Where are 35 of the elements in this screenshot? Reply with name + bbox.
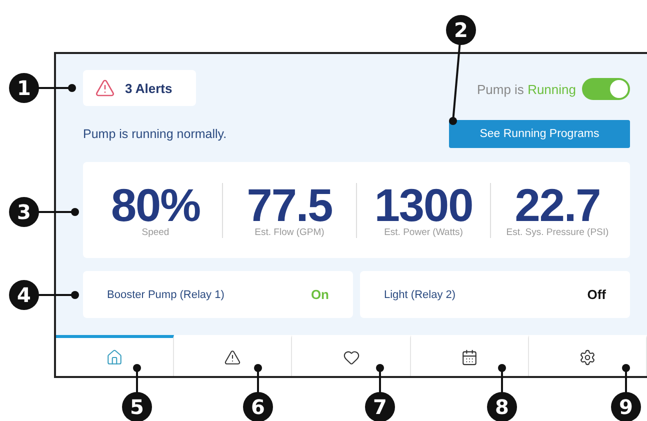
programs-button[interactable]: See Running Programs [449, 120, 630, 148]
stat-value: 77.5 [246, 182, 332, 226]
callout-number: 4 [9, 280, 39, 310]
alerts-card[interactable]: 3 Alerts [83, 70, 196, 106]
stat-label: Est. Sys. Pressure (PSI) [506, 226, 609, 238]
callout-number: 7 [365, 392, 395, 421]
status-message: Pump is running normally. [83, 127, 227, 141]
callout-number: 9 [611, 392, 641, 421]
stat-value: 22.7 [514, 182, 600, 226]
relay-card[interactable]: Booster Pump (Relay 1) On [83, 271, 353, 318]
callout-number: 8 [487, 392, 517, 421]
warning-icon [224, 348, 242, 366]
callout-number: 3 [9, 197, 39, 227]
stat-value: 1300 [374, 182, 473, 226]
callout-number: 1 [9, 73, 39, 103]
relay-state: On [310, 287, 329, 302]
stat-label: Est. Power (Watts) [384, 226, 463, 238]
calendar-icon [460, 348, 478, 366]
relay-name: Booster Pump (Relay 1) [107, 288, 224, 300]
callout-number: 5 [122, 392, 152, 421]
settings-icon [578, 348, 596, 366]
pump-status: Pump is Running [476, 82, 576, 96]
callout-number: 2 [446, 15, 476, 45]
heart-icon [342, 348, 360, 366]
stat-value: 80% [110, 182, 200, 226]
callout-number: 6 [243, 392, 273, 421]
warning-icon [95, 78, 115, 98]
pump-toggle[interactable] [582, 78, 630, 100]
stat-label: Est. Flow (GPM) [254, 226, 324, 238]
relay-card[interactable]: Light (Relay 2) Off [360, 271, 630, 318]
relay-name: Light (Relay 2) [384, 288, 456, 300]
home-icon [106, 348, 124, 366]
stat-label: Speed [142, 226, 170, 238]
alerts-count: 3 Alerts [125, 80, 172, 96]
relay-state: Off [587, 287, 606, 302]
